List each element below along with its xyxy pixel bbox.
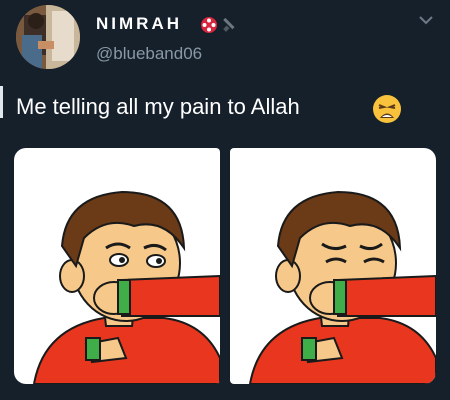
tweet-text: Me telling all my pain to Allah (16, 94, 300, 119)
user-handle[interactable]: @blueband06 (96, 44, 202, 64)
paintbrush-icon (223, 17, 235, 32)
avatar-photo-icon (16, 5, 80, 69)
cartoon-boy-crying-into-arm-icon (248, 190, 436, 384)
avatar[interactable] (16, 5, 80, 69)
thread-indicator (0, 86, 3, 118)
weary-face-icon (373, 95, 401, 123)
display-name[interactable]: NIMRAH (96, 14, 182, 34)
media-image-2[interactable] (230, 148, 436, 384)
media-image-1[interactable] (14, 148, 220, 384)
cartoon-boy-covering-mouth-icon (32, 190, 220, 384)
chevron-down-icon[interactable] (418, 14, 434, 26)
red-flower-badge-icon (201, 17, 217, 33)
